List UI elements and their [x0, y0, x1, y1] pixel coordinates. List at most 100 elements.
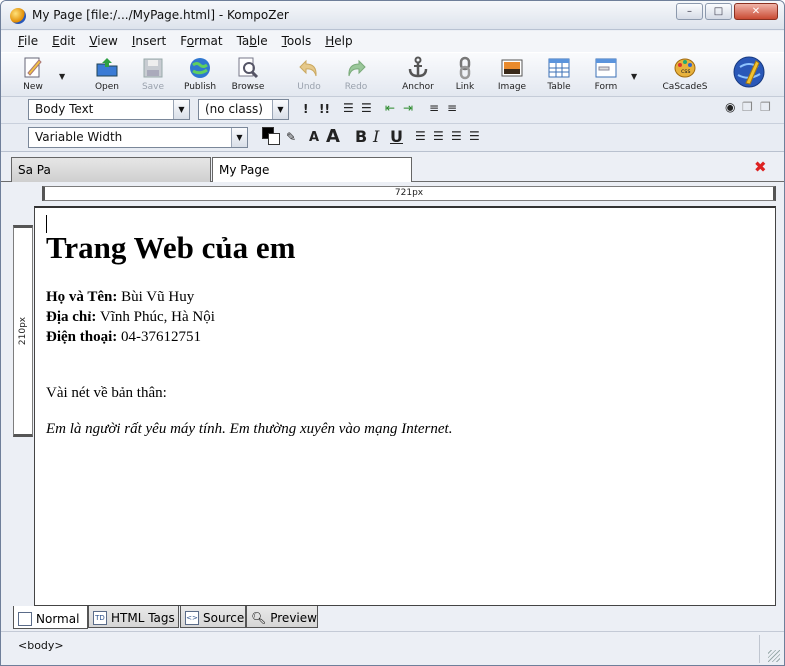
position-absolute-icon[interactable]: ◉: [725, 100, 735, 114]
emphasis-icon[interactable]: !: [303, 102, 308, 116]
image-picture-icon: [501, 59, 523, 77]
chevron-down-icon: ▼: [231, 128, 247, 147]
layer-stack-icon[interactable]: ❐: [742, 100, 753, 114]
new-dropdown-arrow-icon[interactable]: ▼: [59, 72, 65, 81]
horizontal-rule-icon[interactable]: ≡: [447, 101, 457, 115]
new-button[interactable]: New: [9, 56, 57, 96]
horizontal-ruler[interactable]: 721px: [42, 186, 776, 201]
save-button[interactable]: Save: [129, 56, 177, 96]
kompozer-globe-button[interactable]: [725, 55, 773, 95]
anchor-icon: [408, 56, 428, 78]
minimize-button[interactable]: –: [676, 3, 703, 20]
address-label: Địa chỉ:: [46, 309, 97, 325]
status-divider: [759, 635, 760, 663]
status-bar: <body>: [1, 631, 784, 665]
menu-bar: File Edit View Insert Format Table Tools…: [1, 31, 784, 52]
view-mode-tabs: Normal TD HTML Tags <> Source 🔍︎ Preview: [1, 606, 784, 630]
composition-toolbar: New ▼ Open Save Publish Browse Undo Redo: [1, 52, 784, 97]
larger-font-icon[interactable]: A: [326, 126, 340, 147]
tab-html-tags[interactable]: TD HTML Tags: [88, 606, 179, 628]
svg-text:css: css: [681, 68, 691, 75]
horizontal-ruler-area: 721px: [11, 182, 777, 206]
tab-my-page[interactable]: My Page: [212, 157, 412, 183]
numbered-list-icon[interactable]: ☰: [343, 101, 354, 115]
window-controls: – □ ✕: [676, 3, 778, 20]
publish-button[interactable]: Publish: [176, 56, 224, 96]
menu-table[interactable]: Table: [230, 31, 275, 52]
redo-button[interactable]: Redo: [332, 56, 380, 96]
title-bar: My Page [file:/.../MyPage.html] - KompoZ…: [1, 1, 784, 30]
outdent-icon[interactable]: ⇤: [385, 101, 395, 115]
menu-insert[interactable]: Insert: [125, 31, 173, 52]
font-select[interactable]: Variable Width ▼: [28, 127, 248, 148]
paragraph-format-select[interactable]: Body Text ▼: [28, 99, 190, 120]
form-button[interactable]: Form: [582, 56, 630, 96]
tab-source[interactable]: <> Source: [180, 606, 246, 628]
browse-button[interactable]: Browse: [224, 56, 272, 96]
phone-label: Điện thoại:: [46, 329, 118, 345]
link-chain-icon: [459, 56, 471, 80]
link-button[interactable]: Link: [441, 56, 489, 96]
menu-tools[interactable]: Tools: [275, 31, 319, 52]
close-tab-icon[interactable]: ✖: [754, 160, 768, 175]
menu-view[interactable]: View: [82, 31, 124, 52]
format-toolbar-2: Variable Width ▼ ✎ A A B I U ☰ ☰ ☰ ☰: [1, 124, 784, 152]
strong-emphasis-icon[interactable]: !!: [319, 102, 330, 116]
address-value: Vĩnh Phúc, Hà Nội: [96, 309, 215, 325]
align-justify-icon[interactable]: ☰: [469, 129, 480, 143]
format-toolbar-1: Body Text ▼ (no class) ▼ ! !! ☰ ☰ ⇤ ⇥ ≡ …: [1, 97, 784, 124]
maximize-button[interactable]: □: [705, 3, 732, 20]
layer-stack-down-icon[interactable]: ❐: [760, 100, 771, 114]
open-button[interactable]: Open: [83, 56, 131, 96]
menu-help[interactable]: Help: [318, 31, 359, 52]
form-dropdown-arrow-icon[interactable]: ▼: [631, 72, 637, 81]
vertical-ruler[interactable]: 210px: [13, 225, 33, 437]
preview-magnifier-icon: 🔍︎: [251, 611, 267, 625]
smaller-font-icon[interactable]: A: [309, 130, 319, 145]
underline-button[interactable]: U: [390, 127, 403, 146]
page-heading: Trang Web của em: [46, 230, 296, 265]
tab-sa-pa[interactable]: Sa Pa: [11, 157, 211, 182]
bullet-list-icon[interactable]: ☰: [361, 101, 372, 115]
align-right-icon[interactable]: ☰: [451, 129, 462, 143]
chevron-down-icon: ▼: [173, 100, 189, 119]
tab-normal[interactable]: Normal: [13, 606, 88, 629]
vertical-ruler-label: 210px: [18, 316, 28, 346]
indent-icon[interactable]: ⇥: [403, 101, 413, 115]
chevron-down-icon: ▼: [272, 100, 288, 119]
phone-value: 04-37612751: [117, 329, 201, 345]
kompozer-logo-icon: [733, 56, 765, 88]
new-document-icon: [24, 57, 42, 78]
close-window-button[interactable]: ✕: [734, 3, 778, 20]
anchor-button[interactable]: Anchor: [394, 56, 442, 96]
align-left-icon[interactable]: ☰: [415, 129, 426, 143]
background-color-swatch[interactable]: [268, 133, 280, 145]
cascades-button[interactable]: css CaScadeS: [657, 56, 713, 96]
bold-button[interactable]: B: [355, 127, 367, 146]
highlight-pencil-icon[interactable]: ✎: [286, 130, 296, 144]
publish-globe-icon: [190, 58, 210, 78]
element-path[interactable]: <body>: [18, 639, 64, 652]
form-window-icon: [595, 58, 617, 78]
css-palette-icon: css: [674, 58, 696, 78]
align-center-icon[interactable]: ☰: [433, 129, 444, 143]
menu-file[interactable]: File: [11, 31, 45, 52]
menu-format[interactable]: Format: [173, 31, 229, 52]
name-line: Họ và Tên: Bùi Vũ Huy: [46, 289, 194, 306]
html-tags-icon: TD: [93, 611, 107, 625]
menu-edit[interactable]: Edit: [45, 31, 82, 52]
italic-button[interactable]: I: [373, 127, 379, 146]
about-text: Em là người rất yêu máy tính. Em thường …: [46, 421, 453, 437]
editor-area[interactable]: Trang Web của em Họ và Tên: Bùi Vũ Huy Đ…: [34, 206, 776, 606]
tab-preview[interactable]: 🔍︎ Preview: [246, 606, 318, 628]
kompozer-app-icon[interactable]: [10, 8, 26, 24]
undo-button[interactable]: Undo: [285, 56, 333, 96]
about-heading: Vài nét về bản thân:: [46, 385, 167, 401]
class-select[interactable]: (no class) ▼: [198, 99, 289, 120]
table-button[interactable]: Table: [535, 56, 583, 96]
normal-page-icon: [18, 611, 32, 626]
block-quote-icon[interactable]: ≡: [429, 101, 439, 115]
undo-arrow-icon: [299, 59, 317, 77]
resize-grip-icon[interactable]: [768, 650, 780, 662]
image-button[interactable]: Image: [488, 56, 536, 96]
